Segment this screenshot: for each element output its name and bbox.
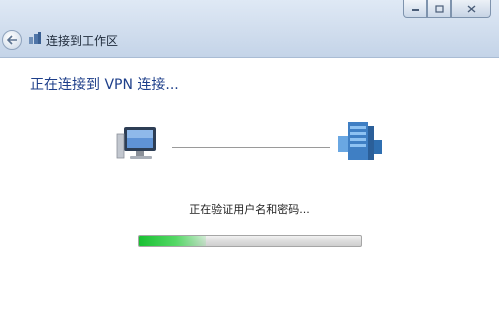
- maximize-icon: [434, 4, 444, 13]
- window-title: 连接到工作区: [46, 34, 119, 48]
- close-icon: [467, 4, 475, 13]
- title-bar: 连接到工作区: [0, 0, 499, 58]
- close-button[interactable]: [451, 0, 491, 18]
- minimize-icon: [411, 8, 419, 11]
- window-controls: [403, 0, 491, 18]
- minimize-button[interactable]: [403, 0, 427, 18]
- computer-icon: [116, 127, 156, 159]
- back-button[interactable]: [2, 30, 22, 50]
- status-text: 正在验证用户名和密码...: [189, 203, 310, 216]
- vpn-connect-window: 连接到工作区 正在连接到 VPN 连接... 正在验证用户名和密码...: [0, 0, 499, 329]
- progress-bar: [138, 235, 362, 247]
- page-heading: 正在连接到 VPN 连接...: [30, 77, 179, 93]
- maximize-button[interactable]: [427, 0, 451, 18]
- connection-line: [172, 147, 330, 148]
- network-connection-icon: [29, 32, 41, 44]
- server-icon: [338, 122, 382, 160]
- progress-bar-fill: [139, 236, 206, 246]
- arrow-left-icon: [6, 35, 17, 45]
